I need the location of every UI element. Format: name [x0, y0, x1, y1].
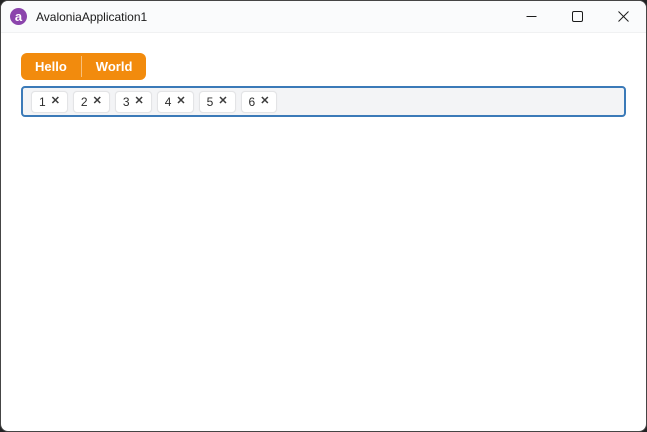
chip: 4 ✕	[156, 90, 194, 113]
chip-label: 4	[164, 94, 172, 109]
maximize-button[interactable]	[554, 1, 600, 32]
tab-world[interactable]: World	[82, 53, 147, 80]
chip-label: 5	[206, 94, 214, 109]
chip: 3 ✕	[114, 90, 152, 113]
chip: 5 ✕	[198, 90, 236, 113]
tags-input[interactable]: 1 ✕ 2 ✕ 3 ✕ 4 ✕ 5 ✕ 6 ✕	[21, 86, 626, 117]
close-icon	[617, 11, 629, 22]
close-button[interactable]	[600, 1, 646, 32]
chip: 1 ✕	[31, 90, 68, 113]
chip-remove-icon[interactable]: ✕	[93, 96, 102, 107]
avalonia-logo-icon: a	[10, 8, 27, 25]
chip-remove-icon[interactable]: ✕	[260, 96, 269, 107]
chip-remove-icon[interactable]: ✕	[51, 96, 60, 107]
caption-buttons	[508, 1, 646, 32]
tab-hello[interactable]: Hello	[21, 53, 81, 80]
chip: 2 ✕	[72, 90, 110, 113]
window-title: AvaloniaApplication1	[36, 9, 148, 24]
chip-label: 3	[122, 94, 130, 109]
maximize-icon	[571, 11, 583, 22]
app-window: a AvaloniaApplication1 Hello World 1 ✕ 2…	[0, 0, 647, 432]
chip-remove-icon[interactable]: ✕	[218, 96, 227, 107]
chip-label: 2	[80, 94, 88, 109]
chip-label: 1	[39, 94, 46, 109]
chip: 6 ✕	[240, 90, 278, 113]
chip-label: 6	[248, 94, 256, 109]
tab-strip: Hello World	[21, 53, 147, 80]
titlebar[interactable]: a AvaloniaApplication1	[1, 1, 646, 33]
chip-remove-icon[interactable]: ✕	[135, 96, 144, 107]
client-area: Hello World 1 ✕ 2 ✕ 3 ✕ 4 ✕ 5 ✕ 6 ✕	[1, 33, 646, 137]
minimize-icon	[526, 11, 537, 22]
minimize-button[interactable]	[508, 1, 554, 32]
chip-remove-icon[interactable]: ✕	[176, 96, 185, 107]
